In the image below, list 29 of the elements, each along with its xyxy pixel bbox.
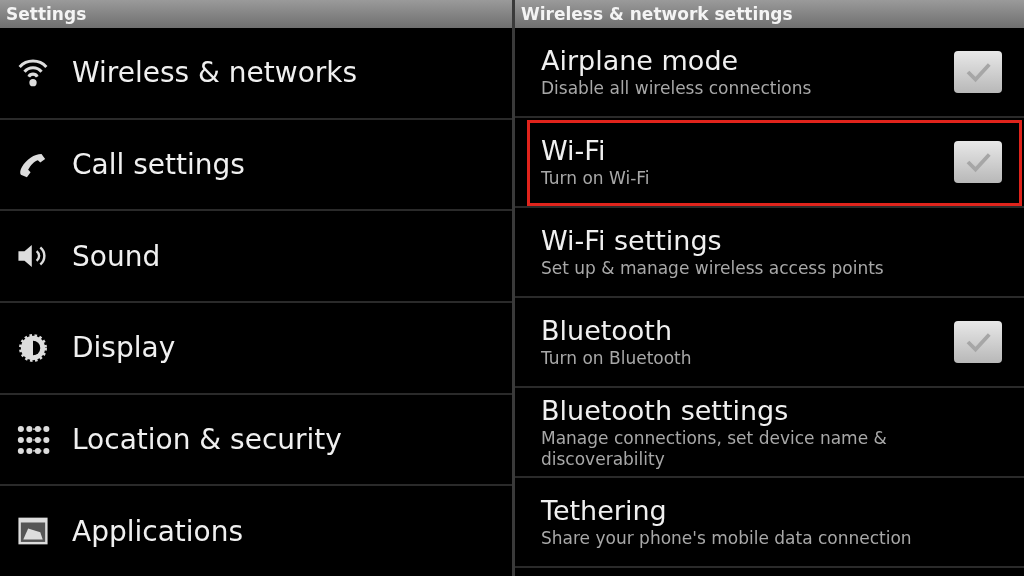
setting-title: Airplane mode [541,45,740,76]
setting-row[interactable]: Wi-Fi Turn on Wi-Fi [515,118,1024,208]
setting-title: Wi-Fi [541,135,607,166]
settings-item[interactable]: Wireless & networks [0,28,512,120]
settings-item[interactable]: Display [0,303,512,395]
setting-title: Tethering [541,495,668,526]
setting-summary: Turn on Bluetooth [541,348,693,369]
setting-title: Bluetooth settings [541,394,790,426]
settings-item[interactable]: Location & security [0,394,512,487]
setting-title: Wi-Fi settings [541,225,723,256]
checkbox[interactable] [954,321,1002,363]
setting-title: Bluetooth [541,315,674,346]
settings-item[interactable]: Sound [0,211,512,303]
setting-summary: Manage connections, set device name & discoverability [541,427,888,470]
settings-item[interactable]: Applications [0,486,512,576]
setting-summary: Share your phone's mobile data connection [541,528,913,549]
panel-header: Settings [0,0,512,28]
setting-row[interactable]: Bluetooth Turn on Bluetooth [515,298,1024,388]
setting-summary: Set up & manage wireless access points [541,258,885,279]
checkbox[interactable] [954,51,1002,93]
settings-item[interactable]: Call settings [0,119,512,212]
setting-row[interactable]: Airplane mode Disable all wireless connections [515,28,1024,118]
setting-row[interactable]: Wi-Fi settings Set up & manage wireless access points [515,208,1024,298]
checkbox[interactable] [954,141,1002,183]
setting-summary: Turn on Wi-Fi [541,168,651,189]
setting-summary: Disable all wireless connections [541,78,813,99]
panel-header: Wireless & network settings [515,0,1024,28]
setting-row[interactable]: Bluetooth settings Manage connections, set device name & discoverability [515,388,1024,478]
setting-row[interactable]: Tethering Share your phone's mobile data connection [515,478,1024,568]
